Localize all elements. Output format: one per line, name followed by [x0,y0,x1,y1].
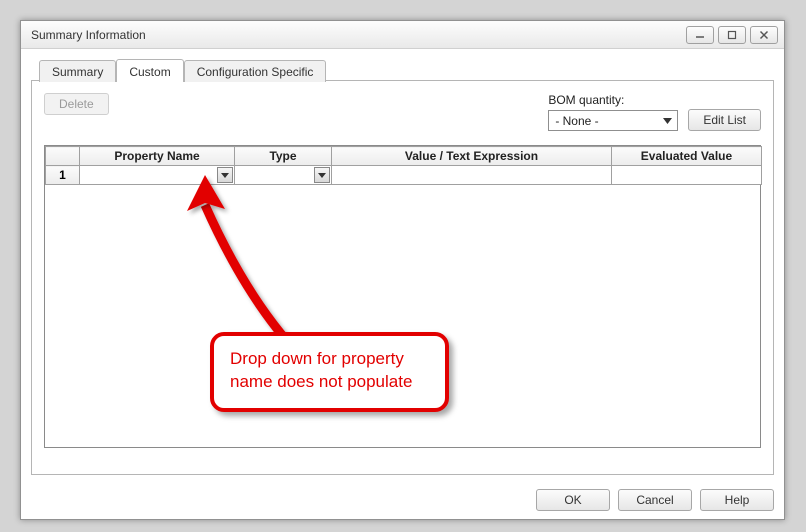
cell-property-name[interactable] [80,166,235,185]
client-area: Summary Custom Configuration Specific De… [21,49,784,519]
chevron-down-icon [660,113,675,128]
help-button[interactable]: Help [700,489,774,511]
col-type[interactable]: Type [235,147,332,166]
minimize-button[interactable] [686,26,714,44]
annotation-text: Drop down for property name does not pop… [230,349,412,391]
col-rownum [46,147,80,166]
minimize-icon [695,30,705,40]
type-dropdown-button[interactable] [314,167,330,183]
summary-information-window: Summary Information Summary Custom Confi… [20,20,785,520]
maximize-button[interactable] [718,26,746,44]
bom-quantity-dropdown[interactable]: - None - [548,110,678,131]
table-row: 1 [46,166,762,185]
annotation-callout: Drop down for property name does not pop… [210,332,449,412]
bom-quantity-value: - None - [555,114,660,128]
close-icon [759,30,769,40]
col-value-expression[interactable]: Value / Text Expression [332,147,612,166]
ok-button[interactable]: OK [536,489,610,511]
cell-value-expression[interactable] [332,166,612,185]
cancel-button[interactable]: Cancel [618,489,692,511]
dialog-button-row: OK Cancel Help [536,489,774,511]
window-title: Summary Information [31,28,682,42]
titlebar: Summary Information [21,21,784,49]
bom-quantity-block: BOM quantity: - None - [548,93,678,131]
tab-strip: Summary Custom Configuration Specific [31,57,774,81]
top-row: Delete BOM quantity: - None - Edit List [44,93,761,131]
close-button[interactable] [750,26,778,44]
chevron-down-icon [318,173,326,178]
row-number: 1 [46,166,80,185]
edit-list-button[interactable]: Edit List [688,109,761,131]
grid-header-row: Property Name Type Value / Text Expressi… [46,147,762,166]
chevron-down-icon [221,173,229,178]
cell-evaluated-value [612,166,762,185]
tab-configuration-specific[interactable]: Configuration Specific [184,60,327,82]
maximize-icon [727,30,737,40]
col-property-name[interactable]: Property Name [80,147,235,166]
tab-panel-custom: Delete BOM quantity: - None - Edit List [31,80,774,475]
tab-custom[interactable]: Custom [116,59,183,82]
cell-type[interactable] [235,166,332,185]
delete-button[interactable]: Delete [44,93,109,115]
bom-quantity-label: BOM quantity: [548,93,678,107]
tab-summary[interactable]: Summary [39,60,116,82]
col-evaluated-value[interactable]: Evaluated Value [612,147,762,166]
property-name-dropdown-button[interactable] [217,167,233,183]
